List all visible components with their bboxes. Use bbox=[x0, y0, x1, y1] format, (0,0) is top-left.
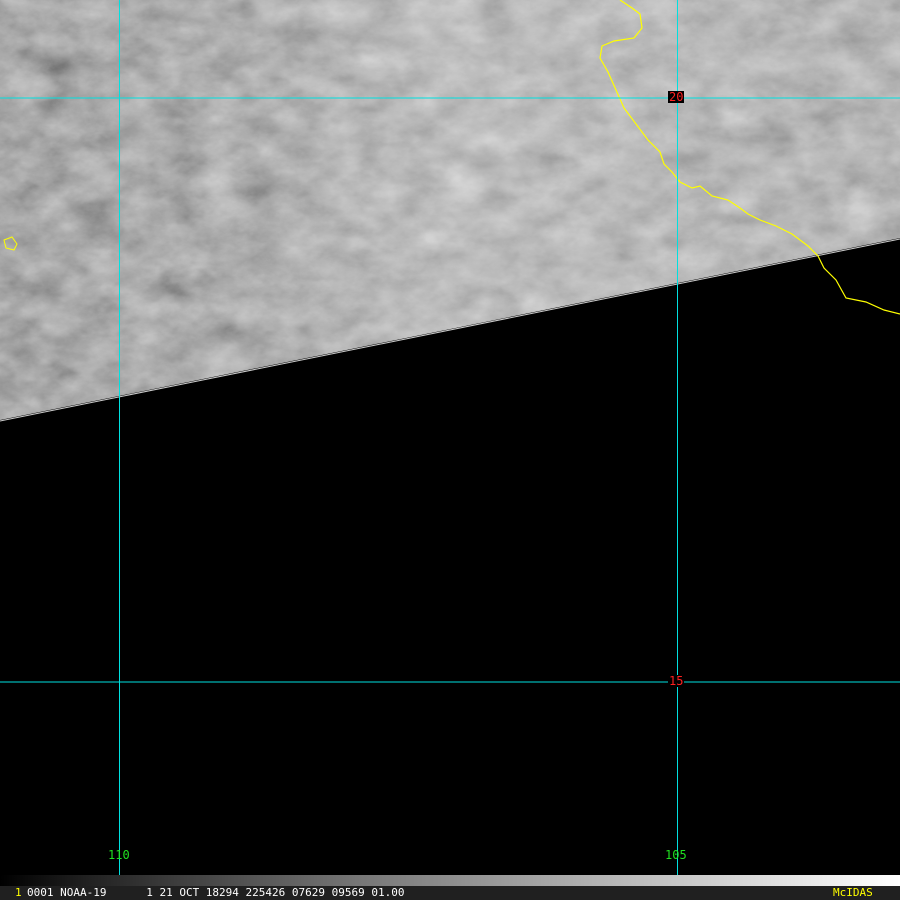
lon-label-110: 110 bbox=[108, 848, 130, 862]
grayscale-color-bar bbox=[0, 875, 900, 886]
lon-label-105: 105 bbox=[665, 848, 687, 862]
image-info: 0001 NOAA-19 1 21 OCT 18294 225426 07629… bbox=[27, 886, 405, 899]
mcidas-brand: McIDAS bbox=[833, 886, 873, 899]
cloud-imagery-swath bbox=[0, 0, 900, 420]
frame-index: 1 bbox=[15, 886, 22, 899]
lat-label-20: 20 bbox=[668, 90, 685, 104]
satellite-image-viewer: 20 15 110 105 1 0001 NOAA-19 1 21 OCT 18… bbox=[0, 0, 900, 900]
lat-label-15: 15 bbox=[668, 674, 685, 688]
status-bar: 1 0001 NOAA-19 1 21 OCT 18294 225426 076… bbox=[0, 886, 900, 900]
satellite-image bbox=[0, 0, 900, 886]
